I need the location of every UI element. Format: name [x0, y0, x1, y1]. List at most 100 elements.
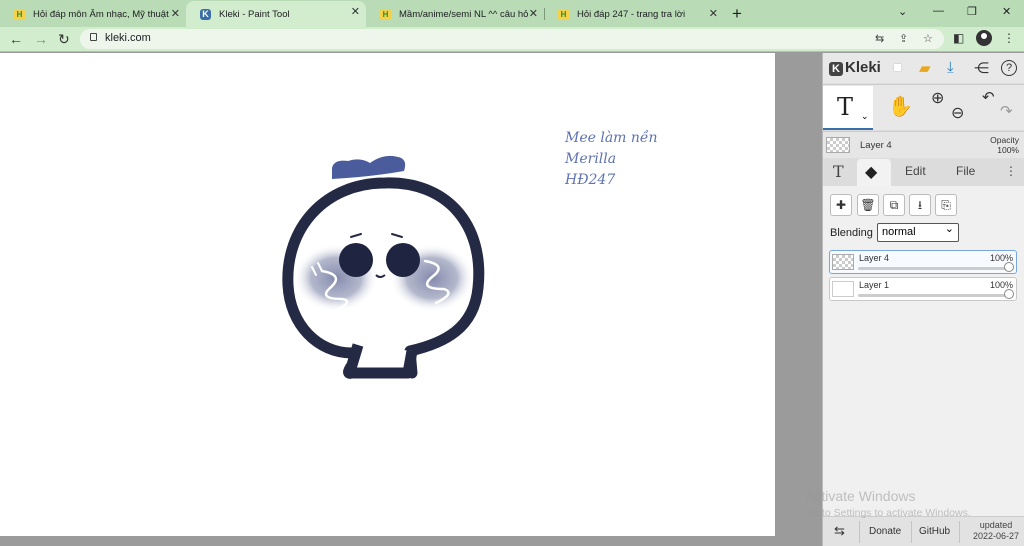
- right-eye: [386, 243, 420, 277]
- slider-knob[interactable]: [1004, 262, 1014, 272]
- chevron-down-icon[interactable]: ⌄: [861, 111, 869, 122]
- url-text: kleki.com: [105, 32, 151, 44]
- minimize-icon[interactable]: —: [933, 5, 944, 17]
- current-layer-name: Layer 4: [860, 140, 892, 151]
- drawing-canvas[interactable]: Mee làm nền Merilla HĐ247: [0, 53, 775, 536]
- text-tool-button[interactable]: T ⌄: [823, 86, 873, 130]
- slider-knob[interactable]: [1004, 289, 1014, 299]
- tool-bar: T ⌄ ✋ ⊕ ⊖ ↶ ↷: [823, 84, 1024, 130]
- zoom-in-icon[interactable]: ⊕: [931, 88, 944, 108]
- canvas-workspace: Mee làm nền Merilla HĐ247: [0, 53, 822, 546]
- tab-strip: H Hỏi đáp môn Âm nhạc, Mỹ thuật ✕ K Klek…: [0, 0, 1024, 27]
- restore-icon[interactable]: ❐: [967, 5, 977, 18]
- new-image-icon[interactable]: ■: [893, 59, 902, 76]
- tab-edit[interactable]: Edit: [905, 164, 926, 178]
- tab-kleki[interactable]: K Kleki - Paint Tool ✕: [186, 1, 366, 27]
- close-window-icon[interactable]: ✕: [1002, 5, 1011, 18]
- layer-row[interactable]: Layer 1 100%: [829, 277, 1017, 301]
- back-icon[interactable]: ←: [9, 31, 23, 47]
- tab-title: Hỏi đáp môn Âm nhạc, Mỹ thuật: [33, 8, 169, 20]
- tab-anime[interactable]: H Mầm/anime/semi NL ^^ câu hỏi ✕: [366, 3, 544, 25]
- hoidap-icon: H: [14, 8, 25, 20]
- address-bar[interactable]: kleki.com ⇆ ⇪ ☆: [80, 29, 944, 49]
- canvas-text-line-2: Merilla: [565, 151, 617, 167]
- layer-name: Layer 4: [859, 253, 890, 263]
- open-folder-icon[interactable]: ▰: [919, 59, 931, 77]
- layer-name: Layer 1: [859, 280, 890, 290]
- tab-title: Kleki - Paint Tool: [219, 8, 290, 20]
- kleki-logo-icon: K: [829, 62, 843, 76]
- canvas-text-line-3: HĐ247: [565, 172, 616, 188]
- tab-search-icon[interactable]: ⌄: [898, 5, 907, 18]
- brand-name: Kleki: [845, 59, 881, 76]
- tab-hoidap247[interactable]: H Hỏi đáp 247 - trang tra lời ✕: [544, 3, 724, 25]
- new-tab-button[interactable]: +: [732, 4, 742, 24]
- text-tool-icon: T: [837, 93, 854, 121]
- duplicate-layer-button[interactable]: ⧉: [883, 194, 905, 216]
- footer-divider: [911, 521, 912, 543]
- layer-opacity-slider[interactable]: [858, 267, 1006, 270]
- swap-side-icon[interactable]: ⇆: [834, 523, 845, 539]
- share-icon[interactable]: ⇪: [899, 32, 908, 45]
- tab-hoidap-amnhac[interactable]: H Hỏi đáp môn Âm nhạc, Mỹ thuật ✕: [0, 3, 186, 25]
- forward-icon[interactable]: →: [34, 31, 48, 47]
- delete-layer-button[interactable]: 🗑: [857, 194, 879, 216]
- close-icon[interactable]: ✕: [171, 7, 180, 20]
- kleki-logo[interactable]: K Kleki: [829, 59, 881, 76]
- activate-windows-subtitle: Go to Settings to activate Windows.: [805, 507, 971, 519]
- opacity-readout: Opacity 100%: [990, 135, 1019, 155]
- download-icon[interactable]: ⤓: [947, 59, 954, 76]
- add-layer-button[interactable]: ✚: [830, 194, 852, 216]
- lock-icon: [90, 33, 97, 41]
- donate-link[interactable]: Donate: [869, 526, 901, 537]
- help-icon[interactable]: ?: [1001, 60, 1017, 76]
- updated-date: 2022-06-27: [972, 531, 1020, 541]
- layers-icon: ◆: [865, 164, 878, 181]
- layer-thumbnail: [832, 281, 854, 297]
- merge-layer-button[interactable]: ⭳: [909, 194, 931, 216]
- redo-icon[interactable]: ↷: [1000, 102, 1013, 120]
- rename-layer-button[interactable]: ⎘: [935, 194, 957, 216]
- tab-title: Hỏi đáp 247 - trang tra lời: [577, 8, 686, 20]
- more-options-icon[interactable]: ⋮: [1005, 164, 1017, 178]
- footer-divider: [959, 521, 960, 543]
- blending-label: Blending: [830, 227, 873, 239]
- activate-windows-title: Activate Windows: [805, 488, 916, 504]
- profile-avatar[interactable]: [976, 30, 992, 46]
- opacity-value: 100%: [997, 145, 1019, 155]
- hand-tool-icon[interactable]: ✋: [888, 94, 913, 119]
- tab-text-settings[interactable]: T: [833, 162, 844, 181]
- left-eye: [339, 243, 373, 277]
- kleki-side-panel: K Kleki ■ ▰ ⤓ ⋲ ? T ⌄ ✋ ⊕ ⊖ ↶ ↷ Layer 4 O…: [822, 53, 1024, 546]
- github-link[interactable]: GitHub: [919, 526, 950, 537]
- tab-file[interactable]: File: [956, 164, 975, 178]
- hair-bow-shape: [332, 155, 406, 179]
- menu-icon[interactable]: ⋮: [1003, 31, 1015, 45]
- panel-header: K Kleki ■ ▰ ⤓ ⋲ ?: [823, 53, 1024, 83]
- panel-tabs: T ◆ Edit File ⋮: [823, 159, 1024, 186]
- layers-panel: ✚ 🗑 ⧉ ⭳ ⎘ Blending normal Layer 4 100% L…: [823, 186, 1024, 516]
- footer-divider: [859, 521, 860, 543]
- share-icon[interactable]: ⋲: [974, 59, 989, 77]
- close-icon[interactable]: ✕: [709, 7, 718, 20]
- blending-select[interactable]: normal: [877, 221, 959, 242]
- updated-label: updated: [979, 520, 1013, 530]
- browser-toolbar: ← → ↻ kleki.com ⇆ ⇪ ☆ ◧ ⋮: [0, 27, 1024, 52]
- updated-info: updated 2022-06-27: [969, 520, 1023, 542]
- canvas-text-line-1: Mee làm nền: [565, 130, 658, 146]
- opacity-label: Opacity: [990, 135, 1019, 145]
- reload-icon[interactable]: ↻: [58, 31, 70, 48]
- current-layer-info: Layer 4 Opacity 100%: [823, 131, 1024, 158]
- undo-icon[interactable]: ↶: [982, 88, 995, 106]
- layer-opacity-slider[interactable]: [858, 294, 1006, 297]
- zoom-out-icon[interactable]: ⊖: [951, 103, 964, 123]
- character-drawing: [282, 155, 485, 379]
- side-panel-icon[interactable]: ◧: [953, 31, 964, 45]
- bookmark-star-icon[interactable]: ☆: [923, 32, 933, 45]
- translate-icon[interactable]: ⇆: [875, 32, 884, 45]
- layer-row[interactable]: Layer 4 100%: [829, 250, 1017, 274]
- close-icon[interactable]: ✕: [351, 5, 360, 18]
- close-icon[interactable]: ✕: [529, 7, 538, 20]
- layer-thumbnail: [832, 254, 854, 270]
- hoidap-icon: H: [558, 8, 569, 20]
